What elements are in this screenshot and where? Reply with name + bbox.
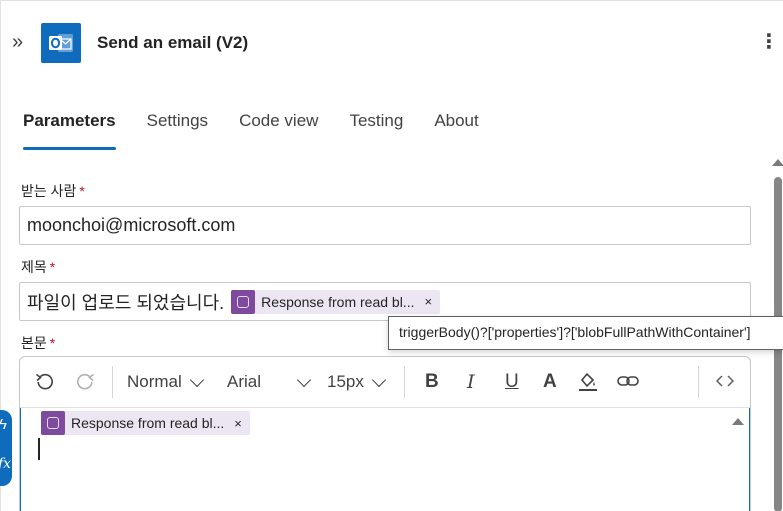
outlook-icon	[41, 23, 81, 63]
fx-label: fx	[0, 456, 12, 472]
azure-blob-icon	[231, 289, 256, 314]
panel-header: » Send an email (V2) ⋮	[1, 21, 783, 65]
code-view-icon[interactable]	[715, 371, 735, 397]
tab-code-view[interactable]: Code view	[239, 111, 318, 149]
bold-button[interactable]: B	[425, 371, 439, 393]
required-marker: *	[79, 183, 85, 199]
to-label: 받는 사람 *	[21, 181, 85, 201]
tab-parameters[interactable]: Parameters	[23, 111, 116, 150]
font-size-value: 15px	[327, 372, 364, 391]
body-label-text: 본문	[21, 335, 47, 351]
token-label: Response from read bl...	[261, 293, 415, 310]
dynamic-content-token[interactable]: Response from read bl... ×	[231, 289, 441, 314]
to-field-value: moonchoi@microsoft.com	[27, 215, 236, 235]
paint-bucket-icon[interactable]	[578, 371, 598, 399]
lightning-icon: ϟ	[0, 416, 7, 433]
chevron-down-icon	[371, 372, 386, 387]
body-rich-text-editor: Normal Arial 15px B I U A Response from …	[19, 356, 751, 511]
editor-scroll-up-icon[interactable]	[732, 418, 744, 425]
font-family-select[interactable]: Arial	[227, 372, 312, 392]
double-chevron-right-icon[interactable]: »	[12, 32, 30, 52]
more-vertical-icon[interactable]: ⋮	[759, 31, 779, 55]
toolbar-separator	[404, 366, 405, 398]
subject-text: 파일이 업로드 되었습니다.	[27, 292, 225, 313]
required-marker: *	[49, 335, 56, 351]
toolbar-separator	[112, 366, 113, 398]
link-icon[interactable]	[617, 371, 639, 397]
token-label: Response from read bl...	[71, 415, 225, 431]
font-size-select[interactable]: 15px	[327, 372, 386, 392]
body-input[interactable]: Response from read bl... ×	[20, 408, 750, 511]
subject-label: 제목 *	[21, 257, 55, 277]
tab-bar: Parameters Settings Code view Testing Ab…	[23, 111, 510, 151]
action-panel: » Send an email (V2) ⋮ Parameters Settin…	[0, 0, 783, 511]
paragraph-style-value: Normal	[127, 372, 182, 391]
editor-toolbar: Normal Arial 15px B I U A	[20, 357, 750, 408]
dynamic-content-pill[interactable]: ϟ fx	[0, 410, 12, 486]
tab-settings[interactable]: Settings	[147, 111, 208, 149]
text-cursor	[38, 438, 40, 460]
font-family-value: Arial	[227, 372, 262, 391]
remove-token-button[interactable]: ×	[424, 294, 432, 309]
panel-scroll-up-icon[interactable]	[772, 159, 783, 166]
chevron-down-icon	[296, 372, 312, 387]
underline-button[interactable]: U	[505, 371, 519, 393]
to-label-text: 받는 사람	[21, 183, 77, 199]
dynamic-content-token[interactable]: Response from read bl... ×	[41, 411, 250, 435]
chevron-down-icon	[189, 372, 204, 387]
token-expression-tooltip: triggerBody()?['properties']?['blobFullP…	[388, 316, 783, 350]
font-color-button[interactable]: A	[543, 371, 557, 393]
required-marker: *	[49, 259, 56, 275]
paragraph-style-select[interactable]: Normal	[127, 372, 204, 392]
to-field[interactable]: moonchoi@microsoft.com	[19, 206, 751, 245]
undo-icon[interactable]	[35, 371, 55, 397]
redo-icon[interactable]	[75, 371, 95, 397]
azure-blob-icon	[41, 411, 65, 435]
toolbar-separator	[698, 366, 699, 398]
tab-testing[interactable]: Testing	[349, 111, 403, 149]
tab-about[interactable]: About	[434, 111, 478, 149]
italic-button[interactable]: I	[467, 371, 475, 393]
remove-token-button[interactable]: ×	[234, 416, 242, 431]
subject-label-text: 제목	[21, 259, 47, 275]
action-title: Send an email (V2)	[97, 33, 249, 52]
body-label: 본문 *	[21, 333, 55, 353]
